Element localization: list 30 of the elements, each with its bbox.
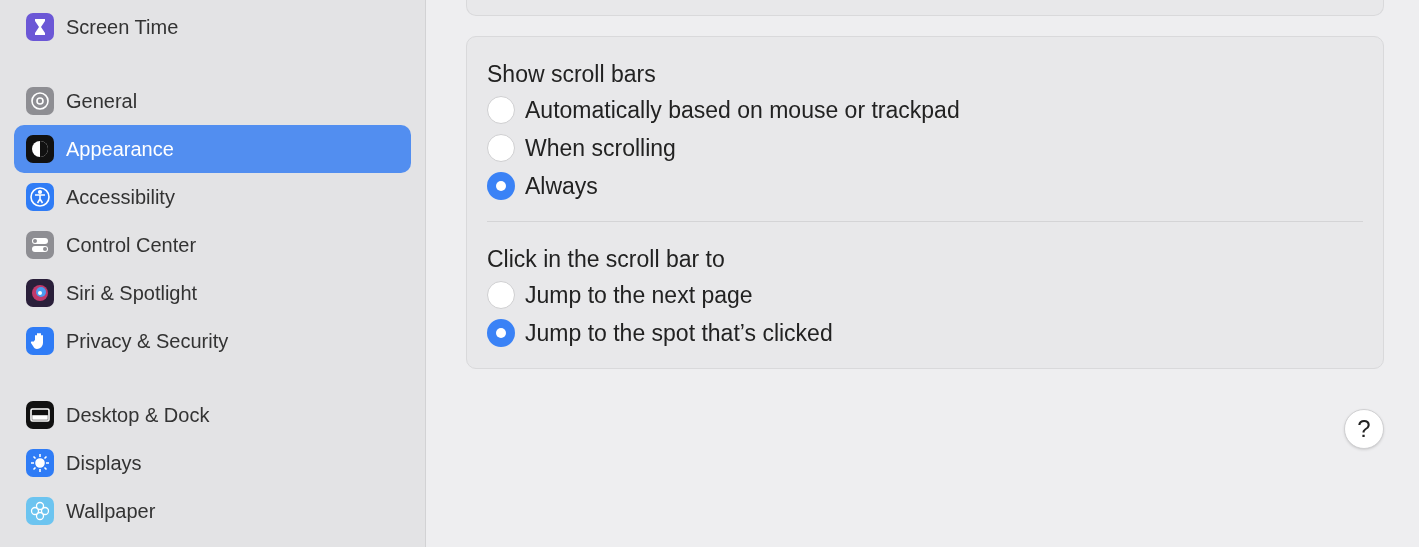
- section-title: Click in the scroll bar to: [487, 245, 726, 274]
- radio-button[interactable]: [487, 172, 515, 200]
- section-title: Show scroll bars: [487, 60, 657, 89]
- sidebar-item[interactable]: Privacy & Security: [14, 317, 411, 365]
- hourglass-icon: [26, 13, 54, 41]
- radio-label: Jump to the next page: [525, 280, 753, 310]
- orb-icon: [26, 279, 54, 307]
- toggles-icon: [26, 231, 54, 259]
- flower-icon: [26, 497, 54, 525]
- radio-button[interactable]: [487, 96, 515, 124]
- sidebar-item[interactable]: Desktop & Dock: [14, 391, 411, 439]
- help-button[interactable]: ?: [1344, 409, 1384, 449]
- radio-label: Jump to the spot that’s clicked: [525, 318, 833, 348]
- sidebar-item[interactable]: Control Center: [14, 221, 411, 269]
- accessibility-icon: [26, 183, 54, 211]
- radio-button[interactable]: [487, 281, 515, 309]
- sidebar-item[interactable]: Siri & Spotlight: [14, 269, 411, 317]
- sidebar-item[interactable]: Wallpaper: [14, 487, 411, 535]
- sidebar-item[interactable]: General: [14, 77, 411, 125]
- sidebar-item[interactable]: Accessibility: [14, 173, 411, 221]
- sidebar-item[interactable]: Screen Time: [14, 3, 411, 51]
- radio-label: Automatically based on mouse or trackpad: [525, 95, 960, 125]
- radio-button[interactable]: [487, 319, 515, 347]
- sun-icon: [26, 449, 54, 477]
- radio-label: When scrolling: [525, 133, 676, 163]
- radio-label: Always: [525, 171, 598, 201]
- window-icon: [26, 401, 54, 429]
- radio-button[interactable]: [487, 134, 515, 162]
- hand-icon: [26, 327, 54, 355]
- sidebar-item[interactable]: Displays: [14, 439, 411, 487]
